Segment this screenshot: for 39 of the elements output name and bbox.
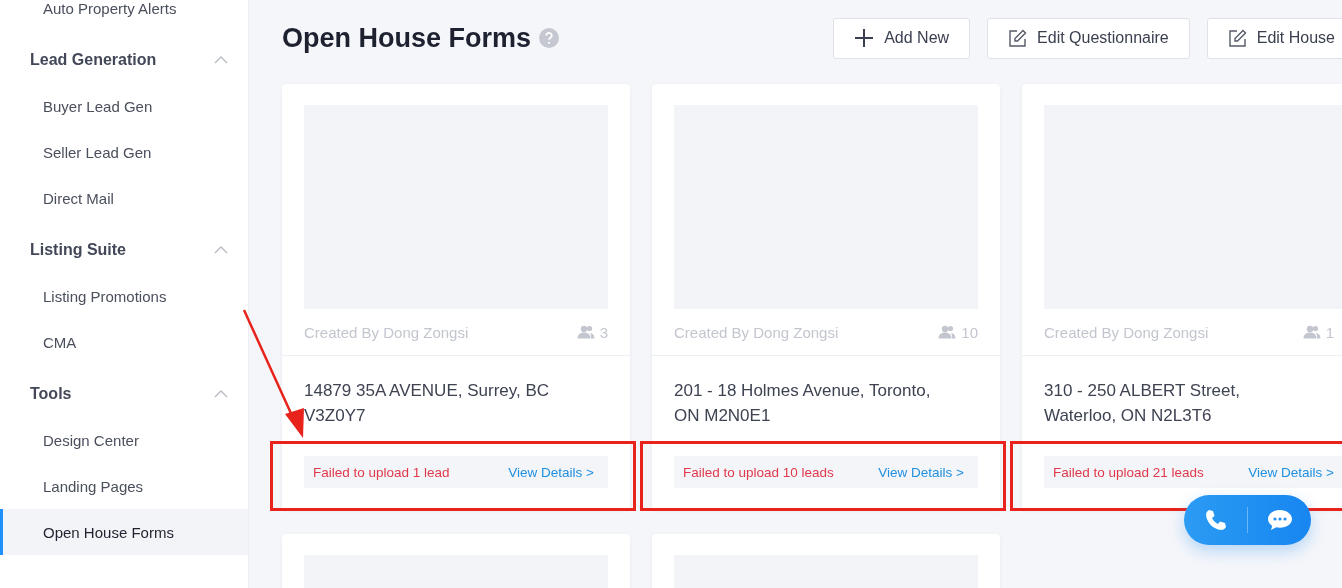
edit-icon [1227,28,1247,48]
edit-button[interactable]: Edit House [1206,17,1342,59]
creator-label: Created By Dong Zongsi [674,323,839,341]
sidebar-item[interactable]: CMA [0,319,248,365]
people-icon [576,325,595,339]
phone-icon [1203,508,1228,532]
chat-bubble-icon [1266,509,1293,531]
error-message: Failed to upload 21 leads [1053,464,1204,480]
property-address: 201 - 18 Holmes Avenue, Toronto, ON M2N0E1 [652,355,1000,442]
sidebar-item[interactable]: Landing Pages [0,463,248,509]
edit-button[interactable]: Edit Questionnaire [987,17,1190,59]
error-message: Failed to upload 1 lead [313,464,450,480]
lead-count: 1 [1325,323,1334,341]
sidebar-item[interactable]: Auto Property Alerts [0,0,248,31]
edit-icon [1008,28,1028,48]
people-icon [1302,325,1321,339]
creator-label: Created By Dong Zongsi [304,323,469,341]
sidebar-group-heading[interactable]: Lead Generation [30,51,157,69]
sidebar-item[interactable]: Design Center [0,417,248,463]
property-address: 310 - 250 ALBERT Street, Waterloo, ON N2L3T6 [1022,355,1342,442]
lead-count: 3 [599,323,608,341]
plus-icon [854,28,875,48]
error-message: Failed to upload 10 leads [683,464,834,480]
people-icon [938,325,957,339]
chevron-icon[interactable] [214,246,228,254]
sidebar-item[interactable]: Direct Mail [0,175,248,221]
sidebar-item[interactable]: Seller Lead Gen [0,129,248,175]
sidebar-group-heading[interactable]: Listing Suite [30,241,126,259]
sidebar-item[interactable]: Buyer Lead Gen [0,83,248,129]
sidebar-group-heading[interactable]: Tools [30,385,72,403]
chevron-icon[interactable] [214,390,228,398]
lead-count: 10 [961,323,978,341]
page-title: Open House Forms [282,22,532,54]
help-icon[interactable] [539,28,560,48]
chevron-icon[interactable] [214,56,228,64]
sidebar-item[interactable]: Open House Forms [0,509,248,555]
creator-label: Created By Dong Zongsi [1044,323,1209,341]
add-button[interactable]: Add New [833,17,971,59]
sidebar-item[interactable]: Listing Promotions [0,273,248,319]
